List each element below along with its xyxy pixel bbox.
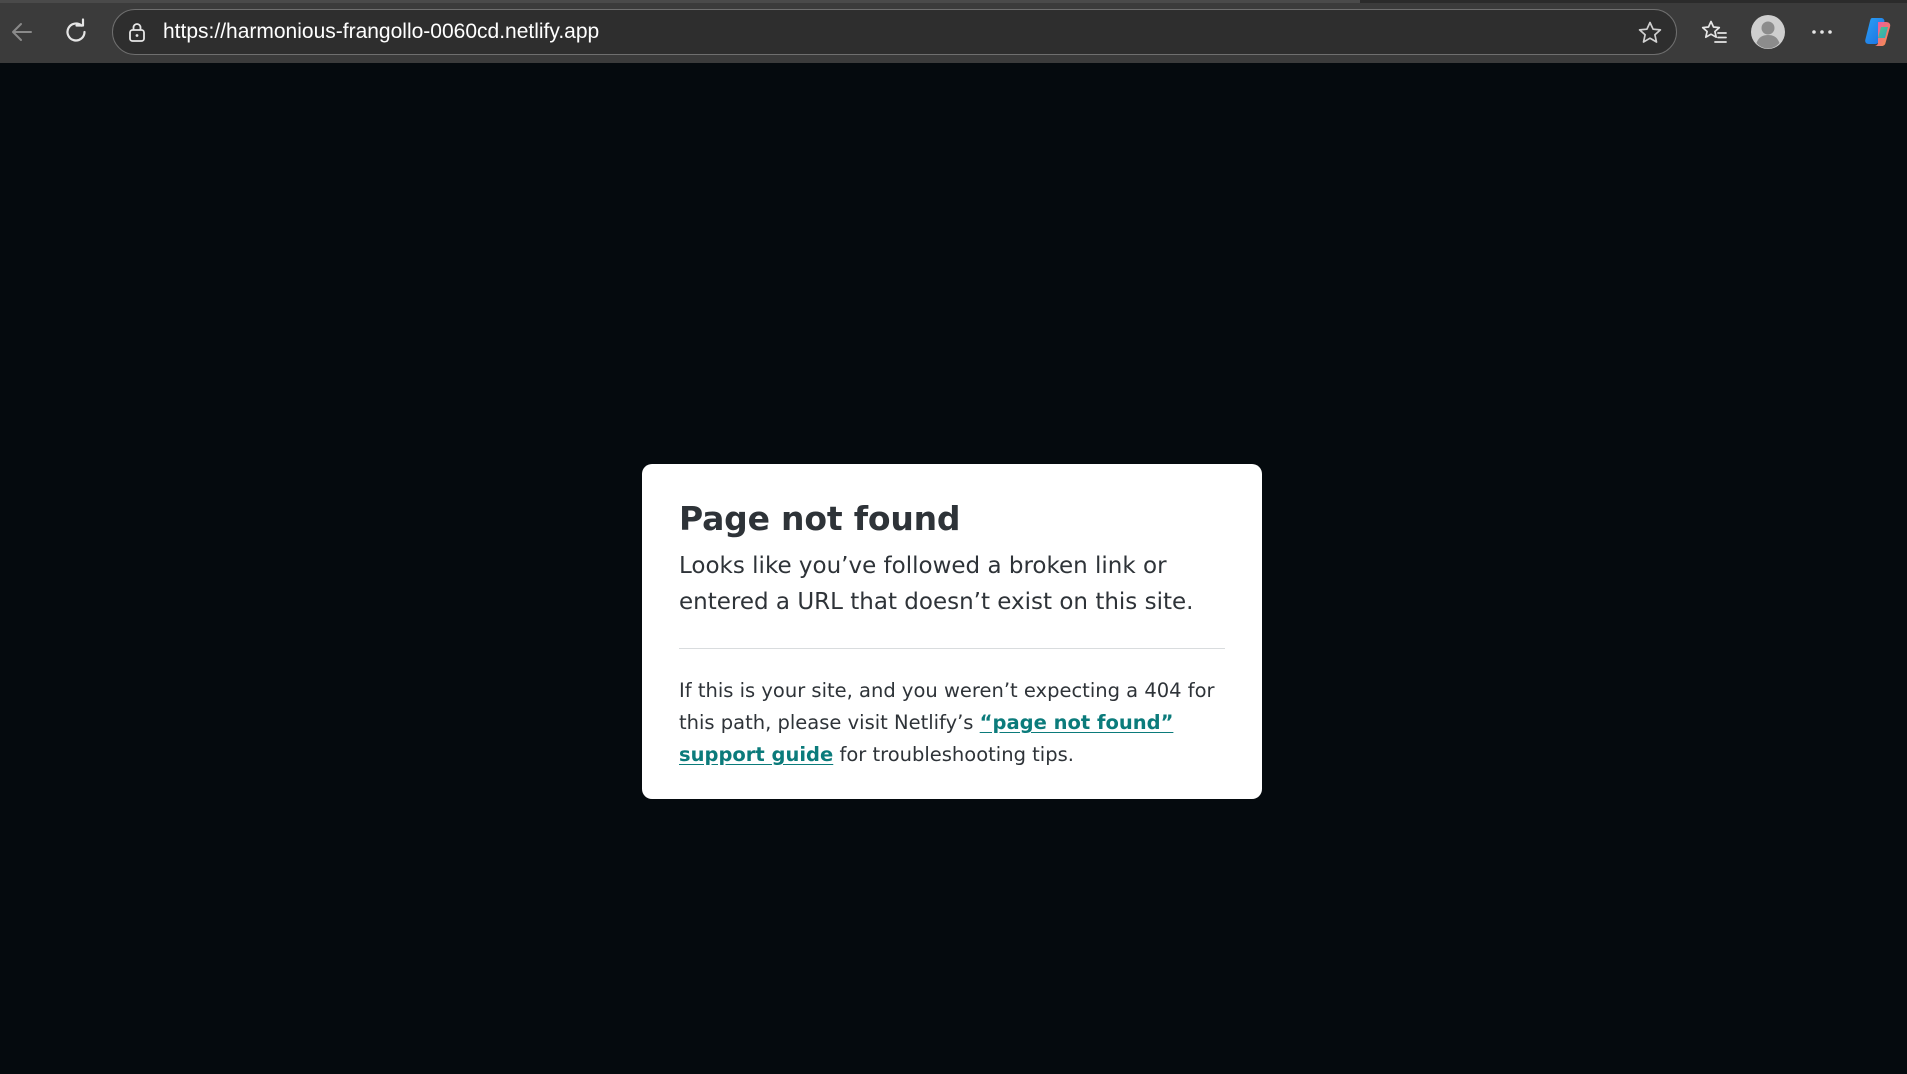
error-card: Page not found Looks like you’ve followe… xyxy=(642,464,1262,799)
copilot-icon xyxy=(1865,18,1891,46)
page-title: Page not found xyxy=(679,499,961,538)
page-content: Page not found Looks like you’ve followe… xyxy=(0,63,1907,1074)
url-text[interactable]: https://harmonious-frangollo-0060cd.netl… xyxy=(163,10,599,54)
arrow-left-icon xyxy=(12,23,32,41)
browser-toolbar: https://harmonious-frangollo-0060cd.netl… xyxy=(0,0,1907,63)
support-text-after: for troubleshooting tips. xyxy=(833,743,1074,766)
copilot-button[interactable] xyxy=(1856,10,1900,54)
reload-button[interactable] xyxy=(56,12,96,52)
lock-icon[interactable] xyxy=(125,20,149,44)
profile-icon xyxy=(1751,15,1785,49)
reload-icon xyxy=(66,18,86,42)
error-description: Looks like you’ve followed a broken link… xyxy=(679,553,1194,615)
favorites-button[interactable] xyxy=(1692,10,1736,54)
active-tab-indicator xyxy=(0,0,1360,3)
support-paragraph: If this is your site, and you weren’t ex… xyxy=(679,675,1229,771)
profile-button[interactable] xyxy=(1746,10,1790,54)
more-button[interactable] xyxy=(1800,10,1844,54)
star-icon[interactable] xyxy=(1636,19,1664,47)
divider xyxy=(679,648,1225,649)
favorites-icon xyxy=(1701,20,1727,43)
more-icon xyxy=(1812,30,1832,34)
address-bar[interactable]: https://harmonious-frangollo-0060cd.netl… xyxy=(112,9,1677,55)
back-button[interactable] xyxy=(2,12,42,52)
